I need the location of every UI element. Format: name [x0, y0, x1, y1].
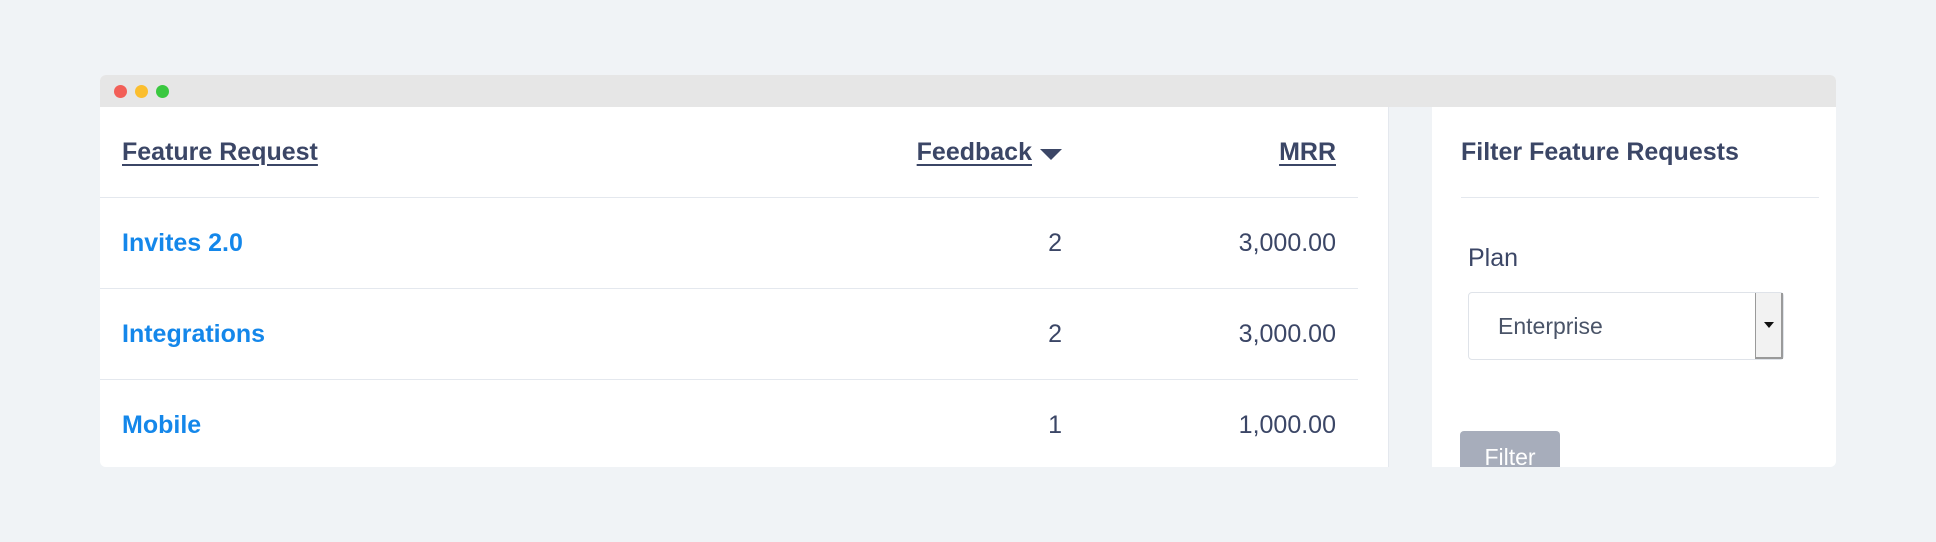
- feature-request-link[interactable]: Invites 2.0: [122, 229, 243, 258]
- plan-select-dropdown-button[interactable]: [1755, 293, 1783, 359]
- maximize-window-button[interactable]: [156, 84, 169, 98]
- minimize-window-button[interactable]: [135, 84, 148, 98]
- feature-requests-table: Feature Request Feedback MRR Invites 2.0…: [100, 107, 1388, 467]
- table-row: Integrations 2 3,000.00: [100, 289, 1358, 380]
- mrr-cell: 3,000.00: [1239, 289, 1336, 380]
- header-cell-feedback: Feedback: [917, 107, 1062, 198]
- mrr-cell: 1,000.00: [1239, 380, 1336, 467]
- sort-desc-icon[interactable]: [1040, 149, 1062, 160]
- filter-button[interactable]: Filter: [1460, 431, 1560, 467]
- table-row: Mobile 1 1,000.00: [100, 380, 1358, 467]
- mrr-cell: 3,000.00: [1239, 198, 1336, 289]
- feedback-cell: 2: [1048, 289, 1062, 380]
- feature-request-column-header[interactable]: Feature Request: [122, 138, 318, 167]
- feedback-cell: 2: [1048, 198, 1062, 289]
- mrr-value: 3,000.00: [1238, 320, 1336, 348]
- mrr-value: 3,000.00: [1238, 229, 1336, 257]
- mrr-value: 1,000.00: [1238, 411, 1336, 439]
- panel-divider: [1388, 107, 1432, 467]
- chevron-down-icon: [1763, 322, 1774, 328]
- feedback-count: 2: [1048, 229, 1062, 257]
- mrr-column-header[interactable]: MRR: [1279, 138, 1336, 167]
- window-content: Feature Request Feedback MRR Invites 2.0…: [100, 107, 1836, 467]
- plan-select[interactable]: Enterprise: [1468, 292, 1784, 360]
- table-row: Invites 2.0 2 3,000.00: [100, 198, 1358, 289]
- feature-request-link[interactable]: Mobile: [122, 411, 201, 440]
- header-cell-feature-request: Feature Request: [122, 107, 318, 198]
- filter-panel-title: Filter Feature Requests: [1461, 107, 1819, 198]
- filter-panel: Filter Feature Requests Plan Enterprise …: [1432, 107, 1836, 467]
- name-cell: Invites 2.0: [122, 198, 243, 289]
- feedback-cell: 1: [1048, 380, 1062, 467]
- table-header-row: Feature Request Feedback MRR: [100, 107, 1358, 198]
- plan-select-value: Enterprise: [1498, 312, 1603, 339]
- app-window: Feature Request Feedback MRR Invites 2.0…: [100, 75, 1836, 467]
- close-window-button[interactable]: [114, 84, 127, 98]
- feedback-count: 1: [1048, 411, 1062, 439]
- window-titlebar: [100, 75, 1836, 107]
- name-cell: Integrations: [122, 289, 265, 380]
- header-cell-mrr: MRR: [1279, 107, 1336, 198]
- feedback-column-header[interactable]: Feedback: [917, 138, 1032, 167]
- plan-label: Plan: [1468, 244, 1519, 272]
- name-cell: Mobile: [122, 380, 201, 467]
- feedback-count: 2: [1048, 320, 1062, 348]
- feature-request-link[interactable]: Integrations: [122, 320, 265, 349]
